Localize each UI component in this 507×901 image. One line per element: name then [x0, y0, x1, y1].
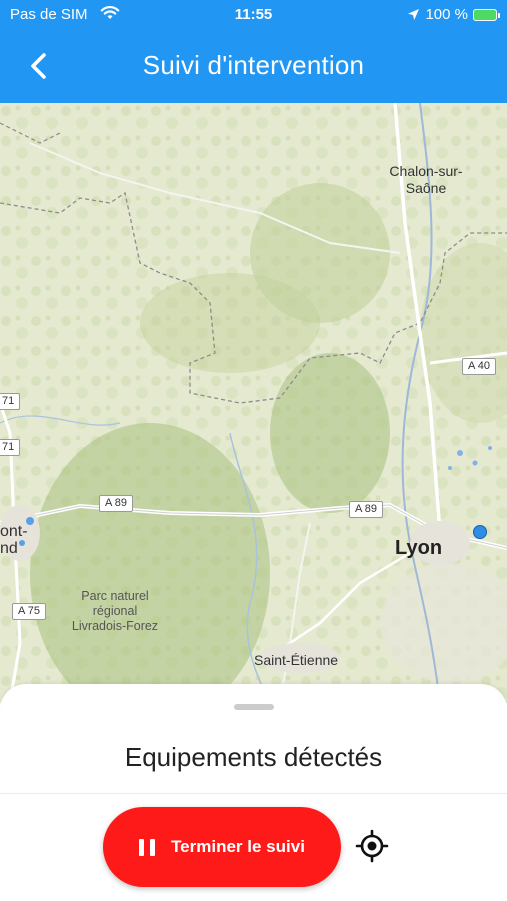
- sheet-drag-handle[interactable]: [234, 704, 274, 710]
- road-71-b: 71: [0, 439, 21, 456]
- recenter-button[interactable]: [355, 829, 389, 863]
- park-label: Parc naturel régional Livradois-Forez: [71, 589, 159, 633]
- sheet-title: Equipements détectés: [124, 742, 383, 772]
- footer-bar: Terminer le suivi: [0, 793, 507, 901]
- current-location-dot: [473, 525, 487, 539]
- road-a89-west: A 89: [99, 495, 134, 512]
- status-bar: Pas de SIM 11:55 100 %: [0, 0, 507, 30]
- road-a40: A 40: [462, 358, 497, 375]
- city-chalon: Chalon-sur- Saône: [389, 163, 463, 196]
- battery-icon: [473, 8, 500, 21]
- page-title: Suivi d'intervention: [142, 50, 365, 80]
- road-71-a: 71: [0, 393, 21, 410]
- crosshair-icon: [355, 829, 389, 863]
- map-view[interactable]: Chalon-sur- Saône Lyon Saint-Étienne ont…: [0, 103, 507, 703]
- city-clermont-partial-1: ont-: [0, 523, 28, 540]
- city-clermont-partial-2: nd: [0, 540, 18, 557]
- stop-tracking-label: Terminer le suivi: [171, 837, 305, 856]
- city-saint-etienne: Saint-Étienne: [254, 652, 339, 668]
- city-lyon: Lyon: [395, 537, 443, 559]
- app-header: Pas de SIM 11:55 100 % Suivi d'intervent…: [0, 0, 507, 103]
- battery-percent: 100 %: [425, 6, 468, 23]
- location-arrow-icon: [408, 9, 420, 20]
- road-a75: A 75: [12, 603, 47, 620]
- road-a89-east: A 89: [349, 501, 384, 518]
- stop-tracking-button[interactable]: Terminer le suivi: [103, 807, 341, 887]
- pause-icon: [139, 838, 156, 856]
- nav-row: Suivi d'intervention: [0, 36, 507, 96]
- status-right: 100 %: [407, 6, 500, 23]
- equipment-sheet: Equipements détectés: [0, 684, 507, 794]
